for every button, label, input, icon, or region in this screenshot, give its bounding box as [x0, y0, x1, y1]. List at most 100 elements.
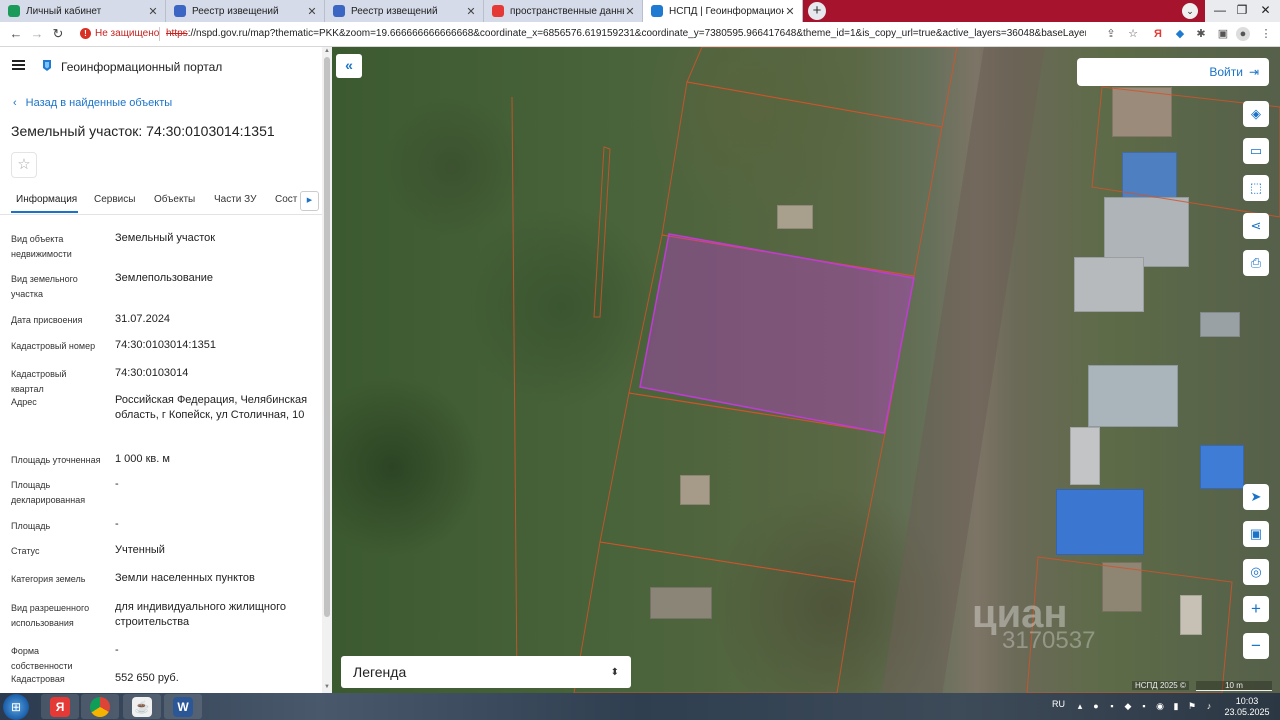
prop-value: 74:30:0103014 — [115, 367, 189, 379]
prop-value: - — [115, 478, 119, 490]
close-icon[interactable]: ✕ — [306, 5, 318, 18]
legend-label: Легенда — [353, 664, 407, 680]
locate-icon[interactable]: ◎ — [1243, 559, 1269, 585]
taskbar-java[interactable]: ☕ — [123, 694, 161, 719]
favorite-star-icon[interactable]: ☆ — [11, 152, 37, 178]
tab-parts[interactable]: Части ЗУ — [214, 194, 256, 205]
layers-icon[interactable]: ◈ — [1243, 101, 1269, 127]
ruler-icon[interactable]: ▭ — [1243, 138, 1269, 164]
tray-app-icon[interactable]: ▪ — [1138, 700, 1150, 712]
info-tabs: Информация Сервисы Объекты Части ЗУ Сост… — [0, 190, 322, 215]
url-field[interactable]: https://nspd.gov.ru/map?thematic=PKK&zoo… — [166, 28, 1086, 39]
close-icon[interactable]: ✕ — [784, 5, 796, 18]
browser-tab[interactable]: пространственные данные рос ✕ — [484, 0, 643, 22]
prop-value: Земли населенных пунктов — [115, 572, 255, 584]
volume-icon[interactable]: ♪ — [1203, 700, 1215, 712]
browser-tab-active[interactable]: НСПД | Геоинформационный п ✕ — [643, 0, 803, 22]
tray-app-icon[interactable]: ▪ — [1106, 700, 1118, 712]
profile-avatar-icon[interactable]: ● — [1236, 27, 1250, 41]
browser-tab[interactable]: Реестр извещений ✕ — [325, 0, 484, 22]
navigation-arrow-icon[interactable]: ➤ — [1243, 484, 1269, 510]
not-secure-label[interactable]: Не защищено — [95, 28, 159, 39]
sidebar-icon[interactable]: ▣ — [1216, 27, 1230, 41]
tray-app-icon[interactable]: ◆ — [1122, 700, 1134, 712]
extension-icon[interactable]: ◆ — [1173, 27, 1187, 41]
zoom-in-button[interactable]: + — [1243, 596, 1269, 622]
print-icon[interactable]: ⎙ — [1243, 250, 1269, 276]
url-text: ://nspd.gov.ru/map?thematic=PKK&zoom=19.… — [187, 28, 1086, 39]
tab-search-icon[interactable]: ⌄ — [1182, 3, 1198, 19]
forward-arrow-icon[interactable]: → — [29, 26, 45, 42]
object-info-panel: Геоинформационный портал ‹ Назад в найден… — [0, 47, 322, 693]
share-icon[interactable]: ⇪ — [1104, 27, 1118, 41]
prop-value: - — [115, 518, 119, 530]
warning-icon[interactable]: ! — [80, 28, 91, 39]
puzzle-icon[interactable]: ✱ — [1194, 27, 1208, 41]
taskbar-word[interactable]: W — [164, 694, 202, 719]
network-icon[interactable]: ▮ — [1170, 700, 1182, 712]
yandex-extension-icon[interactable]: Я — [1151, 27, 1165, 41]
tray-arrow-icon[interactable]: ▴ — [1074, 700, 1086, 712]
language-indicator[interactable]: RU — [1052, 699, 1065, 709]
collapse-panel-button[interactable]: « — [336, 54, 362, 78]
panel-scrollbar[interactable]: ▲ ▼ — [322, 47, 332, 693]
taskbar-chrome[interactable] — [81, 694, 119, 719]
favicon-icon — [8, 5, 20, 17]
active-tab-indicator — [11, 211, 78, 213]
reload-icon[interactable]: ↻ — [50, 26, 66, 42]
yandex-icon: Я — [50, 696, 70, 717]
prop-label: Кадастровый номер — [11, 341, 96, 351]
tab-services[interactable]: Сервисы — [94, 194, 135, 205]
browser-tab[interactable]: Личный кабинет ✕ — [0, 0, 166, 22]
status-value: Учтенный — [115, 544, 165, 556]
url-scheme: https — [166, 28, 188, 39]
start-button[interactable]: ⊞ — [3, 694, 29, 720]
zoom-out-button[interactable]: − — [1243, 633, 1269, 659]
prop-value: 31.07.2024 — [115, 313, 171, 325]
prop-label: Адрес — [11, 397, 37, 407]
back-arrow-icon[interactable]: ← — [8, 26, 24, 42]
tab-objects[interactable]: Объекты — [154, 194, 195, 205]
chevron-left-icon: ‹ — [13, 97, 17, 109]
divider — [159, 27, 160, 41]
system-clock[interactable]: 10:03 23.05.2025 — [1222, 696, 1272, 718]
tray-app-icon[interactable]: ● — [1090, 700, 1102, 712]
menu-kebab-icon[interactable]: ⋮ — [1259, 27, 1273, 41]
favicon-icon — [492, 5, 504, 17]
login-button[interactable]: Войти ⇥ — [1077, 58, 1269, 86]
tray-app-icon[interactable]: ◉ — [1154, 700, 1166, 712]
prop-label: Площадь декларированная — [11, 480, 86, 505]
tabs-scroll-right-icon[interactable]: ▶ — [300, 191, 319, 211]
close-icon[interactable]: ✕ — [624, 5, 636, 18]
flag-icon[interactable]: ⚑ — [1186, 700, 1198, 712]
scroll-down-icon[interactable]: ▼ — [323, 684, 331, 690]
prop-label: Категория земель — [11, 574, 86, 584]
back-to-results-link[interactable]: ‹ Назад в найденные объекты — [13, 97, 172, 109]
tab-title: Реестр извещений — [351, 5, 438, 17]
area-select-icon[interactable]: ⬚ — [1243, 175, 1269, 201]
tab-information[interactable]: Информация — [16, 194, 77, 205]
scroll-up-icon[interactable]: ▲ — [323, 48, 331, 54]
portal-logo-icon — [43, 60, 51, 71]
map-view[interactable]: циан 3170537 « Войти ⇥ ◈ ▭ ⬚ ⋖ ⎙ ➤ ▣ ◎ +… — [332, 47, 1280, 693]
scrollbar-thumb[interactable] — [324, 57, 330, 617]
close-window-button[interactable]: ✕ — [1251, 0, 1280, 22]
share-icon[interactable]: ⋖ — [1243, 213, 1269, 239]
prop-label: Форма собственности — [11, 646, 73, 671]
browser-tab-strip: Личный кабинет ✕ Реестр извещений ✕ Реес… — [0, 0, 1280, 22]
prop-label: Вид разрешенного использования — [11, 603, 90, 628]
word-icon: W — [173, 696, 193, 717]
taskbar-yandex[interactable]: Я — [41, 694, 79, 719]
new-tab-button[interactable]: + — [808, 2, 826, 20]
picture-in-picture-icon[interactable]: ▣ — [1243, 521, 1269, 547]
back-link-label: Назад в найденные объекты — [25, 97, 173, 109]
tab-composition[interactable]: Сост — [275, 194, 297, 205]
legend-dropdown[interactable]: Легенда ⬍ — [341, 656, 631, 688]
browser-tab[interactable]: Реестр извещений ✕ — [166, 0, 325, 22]
hamburger-menu-icon[interactable] — [12, 60, 25, 70]
close-icon[interactable]: ✕ — [147, 5, 159, 18]
close-icon[interactable]: ✕ — [465, 5, 477, 18]
bookmark-star-icon[interactable]: ☆ — [1126, 27, 1140, 41]
prop-label: Дата присвоения — [11, 315, 83, 325]
page-title: Земельный участок: 74:30:0103014:1351 — [11, 123, 275, 139]
